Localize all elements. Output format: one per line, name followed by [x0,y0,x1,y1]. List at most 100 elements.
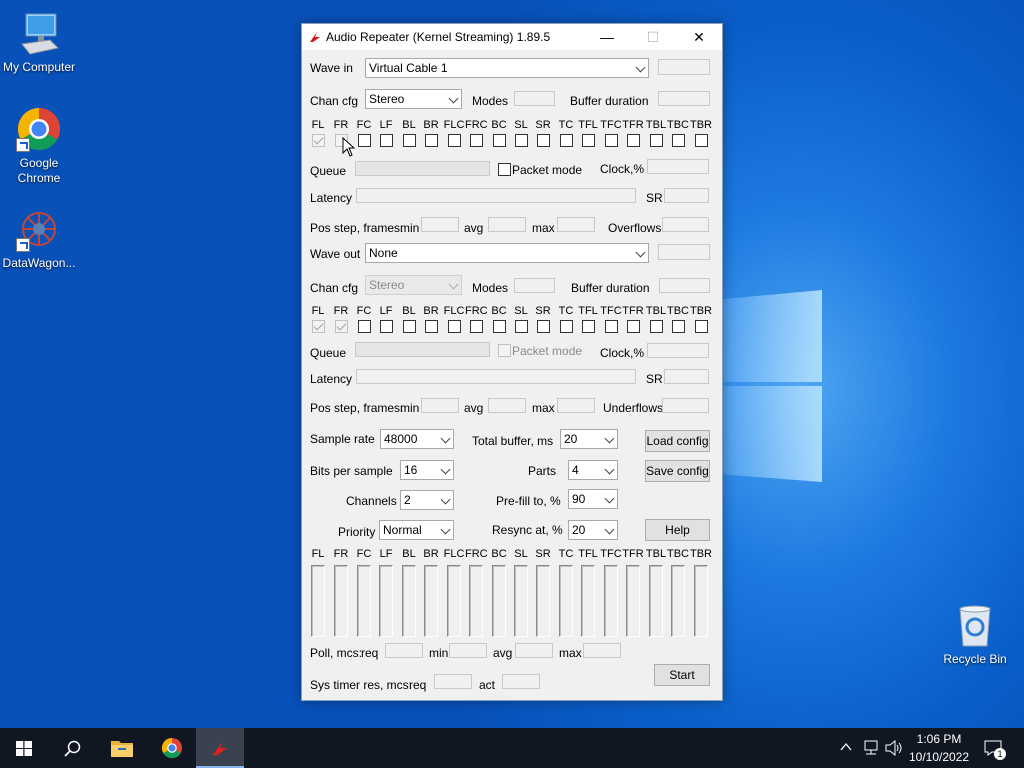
act-label: act [479,678,496,692]
desktop-icon-datawagon[interactable]: DataWagon... [0,206,82,271]
channel-checkbox-tbr[interactable] [695,320,708,333]
channel-checkbox-fl[interactable] [312,320,325,333]
load-config-button[interactable]: Load config [645,430,710,452]
channel-checkbox-tbc[interactable] [672,134,685,147]
channel-checkbox-tfl[interactable] [582,320,595,333]
channel-checkbox-tbr[interactable] [695,134,708,147]
clock-label: Clock,% [600,346,645,360]
wave-out-device-select[interactable]: None [365,243,649,263]
desktop-icon-my-computer[interactable]: My Computer [0,10,82,75]
channel-checkbox-tfc[interactable] [605,134,618,147]
poll-req-field [385,643,423,658]
channel-checkbox-tfc[interactable] [605,320,618,333]
channel-checkbox-frc[interactable] [470,320,483,333]
buffer-duration-label: Buffer duration [571,281,650,295]
channel-checkbox-tbl[interactable] [650,134,663,147]
pos-step-label: Pos step, frames: [310,401,404,415]
channel-checkbox-tbl[interactable] [650,320,663,333]
channel-label-tfl: TFL [578,305,598,317]
close-button[interactable]: ✕ [676,24,722,50]
latency-label: Latency [310,191,353,205]
channel-checkbox-tc[interactable] [560,134,573,147]
in-clock-field [647,159,709,174]
channel-checkbox-fl[interactable] [312,134,325,147]
desktop-icon-recycle-bin[interactable]: Recycle Bin [932,602,1018,667]
start-button[interactable] [0,728,48,768]
channel-checkbox-tbc[interactable] [672,320,685,333]
bits-per-sample-select[interactable]: 16 [400,460,454,480]
sample-rate-select[interactable]: 48000 [380,429,454,449]
channel-checkbox-tfr[interactable] [627,320,640,333]
channel-checkbox-bc[interactable] [493,134,506,147]
out-queue-bar [355,342,490,357]
channel-checkbox-flc[interactable] [448,320,461,333]
channel-label-frc: FRC [465,548,488,560]
channel-label-bc: BC [491,119,507,131]
sys-timer-label: Sys timer res, mcs: [310,678,413,692]
parts-select[interactable]: 4 [568,460,618,480]
mouse-cursor-icon [342,137,356,157]
audio-repeater-icon [212,740,228,756]
channel-label-br: BR [423,119,439,131]
level-meter-sr [536,565,550,637]
level-meter-fc [357,565,371,637]
out-pos-max-field [557,398,595,413]
channel-label-tbl: TBL [645,548,667,560]
save-config-button[interactable]: Save config [645,460,710,482]
minimize-button[interactable]: — [584,24,630,50]
chevron-down-icon [635,247,646,258]
out-latency-bar [356,369,636,384]
channel-checkbox-lf[interactable] [380,134,393,147]
channel-checkbox-sl[interactable] [515,320,528,333]
channel-checkbox-bl[interactable] [403,320,416,333]
in-chan-cfg-select[interactable]: Stereo [365,89,462,109]
taskbar-file-explorer[interactable] [98,728,146,768]
desktop-icon-chrome[interactable]: Google Chrome [0,106,82,186]
chrome-icon [161,737,183,759]
out-packet-mode-checkbox[interactable] [498,344,511,357]
clock-time[interactable]: 1:06 PM [906,732,972,746]
channel-checkbox-lf[interactable] [380,320,393,333]
in-packet-mode-checkbox[interactable] [498,163,511,176]
volume-icon[interactable] [885,740,903,756]
channels-select[interactable]: 2 [400,490,454,510]
wave-in-device-select[interactable]: Virtual Cable 1 [365,58,649,78]
channel-checkbox-bc[interactable] [493,320,506,333]
total-buffer-select[interactable]: 20 [560,429,618,449]
channel-checkbox-sl[interactable] [515,134,528,147]
channel-checkbox-tc[interactable] [560,320,573,333]
channel-checkbox-tfl[interactable] [582,134,595,147]
out-pos-min-field [421,398,459,413]
taskbar-chrome[interactable] [148,728,196,768]
clock-date[interactable]: 10/10/2022 [906,750,972,764]
timer-req-field [434,674,472,689]
priority-select[interactable]: Normal [379,520,454,540]
help-button[interactable]: Help [645,519,710,541]
channel-label-tfl: TFL [578,548,598,560]
channel-checkbox-fc[interactable] [358,320,371,333]
chevron-up-icon[interactable] [840,742,852,752]
maximize-button[interactable]: ☐ [630,24,676,50]
channel-checkbox-sr[interactable] [537,134,550,147]
network-icon[interactable] [862,740,880,756]
resync-select[interactable]: 20 [568,520,618,540]
channel-checkbox-tfr[interactable] [627,134,640,147]
channel-checkbox-br[interactable] [425,134,438,147]
in-modes-field [514,91,555,106]
taskbar-search-button[interactable] [48,728,96,768]
channel-checkbox-bl[interactable] [403,134,416,147]
out-chan-cfg-select[interactable]: Stereo [365,275,462,295]
taskbar-audio-repeater[interactable] [196,728,244,768]
start-button[interactable]: Start [654,664,710,686]
channel-checkbox-frc[interactable] [470,134,483,147]
avg-label: avg [493,646,513,660]
title-bar[interactable]: Audio Repeater (Kernel Streaming) 1.89.5… [302,24,722,50]
pre-fill-select[interactable]: 90 [568,489,618,509]
channel-checkbox-sr[interactable] [537,320,550,333]
channel-checkbox-fc[interactable] [358,134,371,147]
channel-checkbox-fr[interactable] [335,320,348,333]
desktop-icon-label: Chrome [17,171,61,185]
channel-checkbox-flc[interactable] [448,134,461,147]
sr-label: SR [646,372,663,386]
channel-checkbox-br[interactable] [425,320,438,333]
